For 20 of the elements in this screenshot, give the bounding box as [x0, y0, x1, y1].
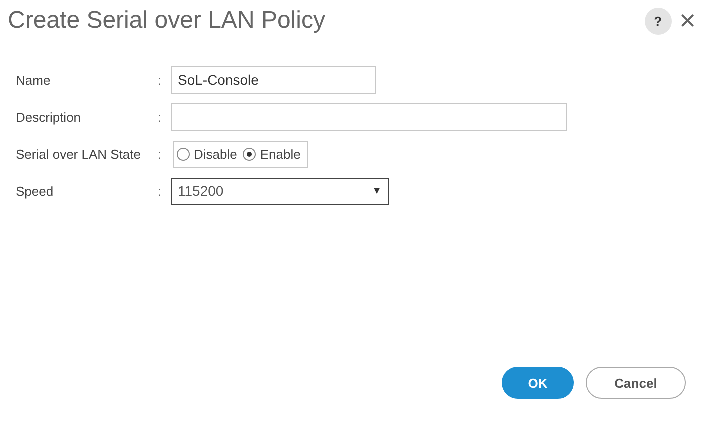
dialog-title: Create Serial over LAN Policy: [8, 7, 326, 35]
text-field[interactable]: SoL-Console: [171, 66, 376, 94]
field-label: Description: [16, 110, 82, 124]
field-label: Serial over LAN State: [16, 146, 142, 162]
ok-button[interactable]: OK: [502, 367, 574, 399]
help-button[interactable]: ?: [644, 8, 672, 34]
speed-dropdown[interactable]: 115200 ▼: [171, 178, 389, 204]
field-label: Name: [16, 72, 52, 88]
close-button[interactable]: ×: [680, 8, 696, 34]
text-field[interactable]: [171, 103, 567, 131]
caret-icon: ▼: [372, 186, 382, 196]
dropdown-value: 115200: [178, 183, 224, 199]
colon: :: [158, 72, 163, 88]
radio-option[interactable]: Enable: [243, 146, 301, 162]
colon: :: [158, 110, 163, 124]
colon: :: [158, 184, 163, 198]
field-label: Speed: [16, 184, 55, 198]
colon: :: [158, 146, 163, 162]
radio-option[interactable]: Disable: [177, 146, 238, 162]
cancel-button[interactable]: Cancel: [586, 367, 686, 399]
